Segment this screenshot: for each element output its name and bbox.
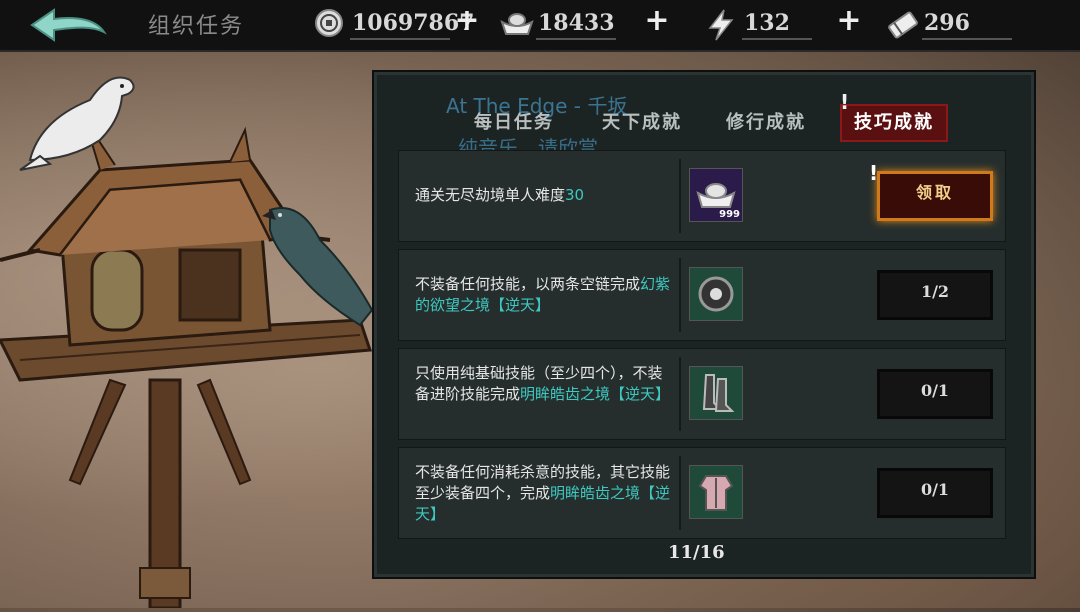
copper-coin-resource: 10697867: [314, 4, 474, 44]
energy-resource: 132: [706, 4, 816, 44]
armor-reward-icon[interactable]: [689, 465, 743, 519]
music-title-overlay: At The Edge - 千坂: [446, 94, 628, 118]
page-title: 组织任务: [148, 14, 245, 39]
energy-value: 132: [744, 10, 790, 36]
divider: [679, 258, 681, 332]
silver-ingot-value: 18433: [538, 10, 615, 36]
task-row: 通关无尽劫境单人难度30 999 领取 !: [398, 150, 1006, 242]
add-energy-button[interactable]: +: [834, 6, 864, 36]
birdhouse-illustration: [0, 60, 380, 610]
task-description: 不装备任何消耗杀意的技能，其它技能至少装备四个，完成明眸皓齿之境【逆天】: [415, 463, 671, 523]
divider: [922, 38, 1012, 40]
alert-icon: !: [869, 161, 879, 185]
tab-training-achievements[interactable]: 修行成就: [726, 108, 806, 138]
task-description: 通关无尽劫境单人难度30: [415, 186, 585, 204]
add-silver-button[interactable]: +: [642, 6, 672, 36]
divider: [536, 38, 616, 40]
tab-skill-achievements[interactable]: 技巧成就: [840, 104, 948, 142]
task-row: 不装备任何技能，以两条空链完成幻紫的欲望之境【逆天】 1/2: [398, 249, 1006, 341]
top-bar: 组织任务 10697867 + 18433 + 132 + 296: [0, 0, 1080, 52]
silver-ingot-reward-icon[interactable]: 999: [689, 168, 743, 222]
divider: [350, 38, 450, 40]
boots-reward-icon[interactable]: [689, 366, 743, 420]
ring-reward-icon[interactable]: [689, 267, 743, 321]
divider: [742, 38, 812, 40]
ticket-icon: [886, 8, 920, 40]
alert-icon: !: [840, 90, 850, 114]
silver-ingot-icon: [500, 8, 534, 40]
copper-coin-icon: [314, 8, 348, 40]
reward-count: 999: [719, 209, 740, 220]
ticket-value: 296: [924, 10, 970, 36]
lightning-icon: [706, 8, 740, 41]
divider: [679, 456, 681, 530]
claim-button[interactable]: 领取: [877, 171, 993, 221]
divider: [679, 159, 681, 233]
ticket-resource: 296: [886, 4, 1012, 44]
task-row: 只使用纯基础技能（至少四个），不装备进阶技能完成明眸皓齿之境【逆天】 0/1: [398, 348, 1006, 440]
divider: [679, 357, 681, 431]
progress-indicator: 0/1: [877, 369, 993, 419]
page-indicator: 11/16: [668, 542, 725, 563]
task-description: 不装备任何技能，以两条空链完成幻紫的欲望之境【逆天】: [415, 275, 671, 314]
back-arrow-icon[interactable]: [28, 6, 108, 44]
task-description: 只使用纯基础技能（至少四个），不装备进阶技能完成明眸皓齿之境【逆天】: [415, 364, 671, 403]
add-copper-button[interactable]: +: [452, 6, 482, 36]
progress-indicator: 0/1: [877, 468, 993, 518]
task-row: 不装备任何消耗杀意的技能，其它技能至少装备四个，完成明眸皓齿之境【逆天】 0/1: [398, 447, 1006, 539]
progress-indicator: 1/2: [877, 270, 993, 320]
silver-ingot-resource: 18433: [500, 4, 620, 44]
